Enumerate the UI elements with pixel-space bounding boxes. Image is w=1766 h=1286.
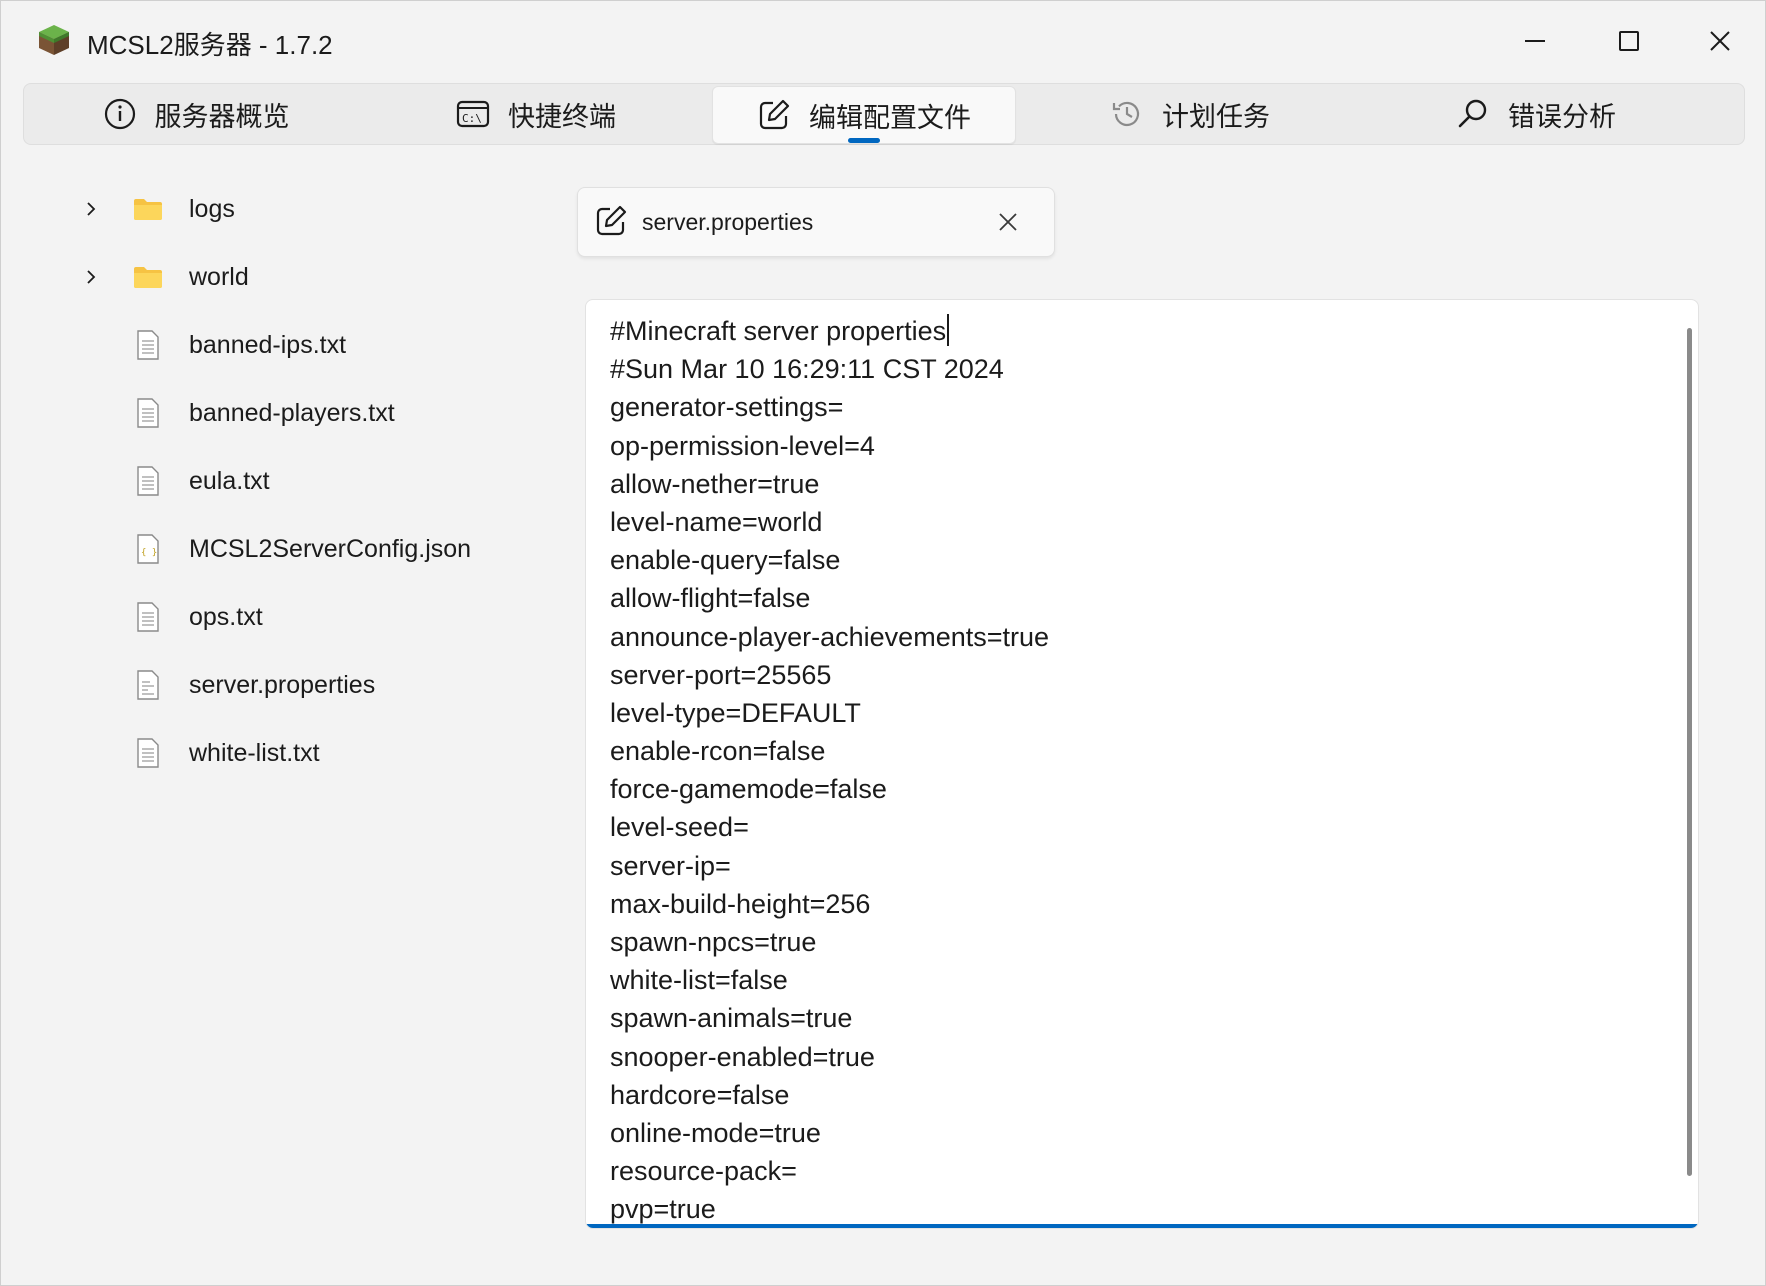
tree-item-ops[interactable]: ops.txt: [61, 583, 531, 651]
editor-line: resource-pack=: [610, 1156, 797, 1187]
minimize-button[interactable]: [1491, 11, 1581, 71]
editor-line: generator-settings=: [610, 392, 844, 423]
tree-item-server-properties[interactable]: server.properties: [61, 651, 531, 719]
focus-underline: [586, 1224, 1698, 1228]
properties-file-icon: [131, 668, 165, 702]
tree-item-white-list[interactable]: white-list.txt: [61, 719, 531, 787]
tree-item-label: world: [189, 262, 249, 291]
close-icon: [1709, 30, 1731, 52]
tab-server-overview[interactable]: 服务器概览: [28, 86, 364, 142]
vertical-scrollbar[interactable]: [1687, 328, 1692, 1176]
editor-line: op-permission-level=4: [610, 430, 875, 461]
window-title: MCSL2服务器 - 1.7.2: [87, 30, 333, 60]
editor-line: snooper-enabled=true: [610, 1041, 875, 1072]
editor-line: announce-player-achievements=true: [610, 621, 1050, 652]
tab-error-analysis[interactable]: 错误分析: [1366, 86, 1706, 142]
app-window: MCSL2服务器 - 1.7.2 服务器概览 C:\ 快捷终端 编辑配置文件 计…: [0, 0, 1766, 1286]
grass-block-icon: [37, 23, 71, 57]
tab-label: 错误分析: [1508, 101, 1616, 132]
info-icon: [103, 97, 137, 131]
active-tab-indicator: [848, 138, 880, 143]
text-file-icon: [131, 396, 165, 430]
tree-item-label: banned-players.txt: [189, 398, 395, 427]
text-file-icon: [131, 600, 165, 634]
tab-label: 计划任务: [1162, 101, 1270, 132]
history-icon: [1110, 97, 1144, 131]
tree-item-label: white-list.txt: [189, 738, 320, 767]
tree-item-label: ops.txt: [189, 602, 263, 631]
editor-line: spawn-npcs=true: [610, 927, 817, 957]
editor-line: server-port=25565: [610, 659, 832, 690]
open-file-name: server.properties: [642, 209, 814, 235]
edit-icon: [757, 98, 791, 132]
chevron-right-icon[interactable]: [71, 175, 111, 243]
tab-label: 快捷终端: [508, 101, 616, 132]
editor-line: server-ip=: [610, 850, 731, 881]
maximize-button[interactable]: [1584, 11, 1674, 71]
close-tab-button[interactable]: [992, 206, 1024, 238]
text-file-icon: [131, 464, 165, 498]
text-file-icon: [131, 736, 165, 770]
tree-item-banned-ips[interactable]: banned-ips.txt: [61, 311, 531, 379]
tree-item-label: MCSL2ServerConfig.json: [189, 534, 472, 563]
chevron-right-icon[interactable]: [71, 243, 111, 311]
tab-quick-terminal[interactable]: C:\ 快捷终端: [366, 86, 706, 142]
close-window-button[interactable]: [1675, 11, 1765, 71]
tree-item-banned-players[interactable]: banned-players.txt: [61, 379, 531, 447]
editor-content[interactable]: #Minecraft server properties #Sun Mar 10…: [610, 312, 1658, 1228]
editor-line: enable-rcon=false: [610, 736, 826, 767]
editor-line: #Minecraft server properties: [610, 312, 1658, 350]
tree-item-eula[interactable]: eula.txt: [61, 447, 531, 515]
config-text-editor[interactable]: #Minecraft server properties #Sun Mar 10…: [585, 299, 1699, 1229]
navigation-tab-bar: 服务器概览 C:\ 快捷终端 编辑配置文件 计划任务 错误分析: [23, 83, 1745, 145]
json-file-icon: { }: [131, 532, 165, 566]
title-bar: MCSL2服务器 - 1.7.2: [1, 1, 1765, 81]
text-caret: [947, 314, 950, 346]
svg-text:{ }: { }: [141, 548, 157, 558]
editor-line: online-mode=true: [610, 1117, 821, 1148]
editor-line: level-name=world: [610, 506, 823, 537]
editor-line: level-seed=: [610, 812, 749, 843]
editor-line: allow-nether=true: [610, 468, 820, 499]
tab-edit-config[interactable]: 编辑配置文件: [712, 86, 1016, 144]
open-file-tab[interactable]: server.properties: [577, 187, 1055, 257]
tree-item-mcsl2-config[interactable]: { } MCSL2ServerConfig.json: [61, 515, 531, 583]
tree-item-world[interactable]: world: [61, 243, 531, 311]
minimize-icon: [1525, 39, 1547, 43]
editor-line: spawn-animals=true: [610, 1003, 853, 1034]
tree-item-label: logs: [189, 194, 235, 223]
close-icon: [999, 213, 1017, 231]
tab-label: 编辑配置文件: [809, 102, 971, 133]
svg-text:C:\: C:\: [462, 112, 482, 125]
file-tree: logs world banned-ips.txt banned-players…: [61, 175, 531, 787]
maximize-icon: [1618, 30, 1640, 52]
editor-line: allow-flight=false: [610, 583, 811, 614]
tree-item-logs[interactable]: logs: [61, 175, 531, 243]
editor-line: max-build-height=256: [610, 888, 871, 919]
editor-line: white-list=false: [610, 965, 788, 996]
tree-item-label: eula.txt: [189, 466, 270, 495]
editor-line: #Sun Mar 10 16:29:11 CST 2024: [610, 354, 1004, 385]
editor-line: pvp=true: [610, 1194, 716, 1225]
tree-item-label: server.properties: [189, 670, 376, 699]
editor-line: hardcore=false: [610, 1079, 790, 1110]
tree-item-label: banned-ips.txt: [189, 330, 347, 359]
editor-line: force-gamemode=false: [610, 774, 887, 805]
text-file-icon: [131, 328, 165, 362]
editor-line: level-type=DEFAULT: [610, 697, 861, 728]
tab-scheduled-tasks[interactable]: 计划任务: [1020, 86, 1360, 142]
edit-icon: [594, 204, 630, 240]
terminal-icon: C:\: [456, 97, 490, 131]
tab-label: 服务器概览: [154, 101, 290, 132]
folder-icon: [131, 260, 165, 294]
editor-line: enable-query=false: [610, 545, 841, 576]
folder-icon: [131, 192, 165, 226]
search-icon: [1456, 97, 1490, 131]
